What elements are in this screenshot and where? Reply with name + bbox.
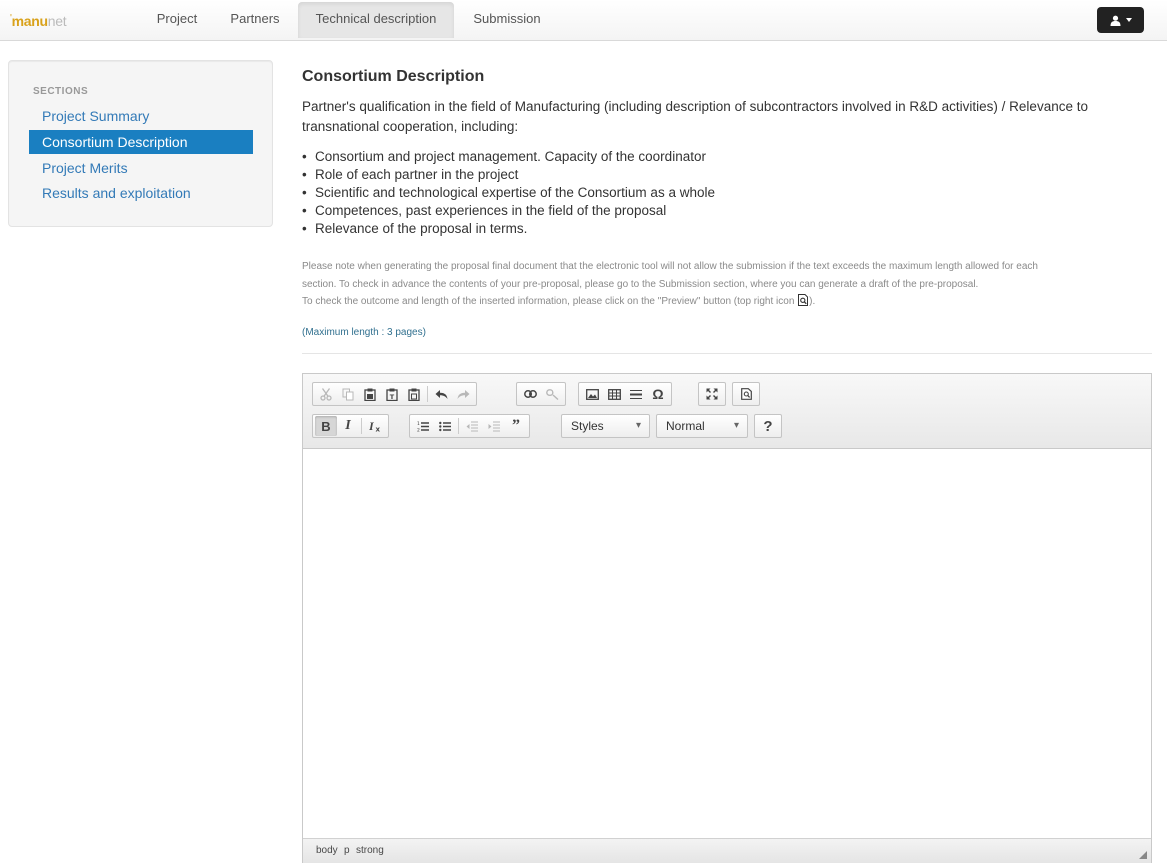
insert-group: Ω [578,382,672,406]
section-intro: Partner's qualification in the field of … [302,99,1088,134]
list-item: Consortium and project management. Capac… [302,148,715,166]
preview-icon [798,294,809,306]
italic-button[interactable]: I [337,416,359,436]
page-title: Consortium Description [302,68,485,85]
unlink-icon[interactable] [541,384,563,404]
maximize-group [698,382,726,406]
list-item: Scientific and technological expertise o… [302,184,715,202]
link-icon[interactable] [519,384,541,404]
copy-icon[interactable] [337,384,359,404]
bulleted-list-icon[interactable] [434,416,456,436]
undo-icon[interactable] [430,384,452,404]
chevron-down-icon: ▾ [635,420,641,431]
chevron-down-icon [1125,18,1132,23]
paste-text-icon[interactable]: T [381,384,403,404]
sidebar-item-project-summary[interactable]: Project Summary [29,104,253,128]
horizontal-line-icon[interactable] [625,384,647,404]
element-path-item[interactable]: strong [356,845,384,856]
paragraph-group: 12 ” [409,414,530,438]
sidebar-item-consortium-description[interactable]: Consortium Description [29,130,253,154]
brand-logo[interactable]: 'manunet [10,13,67,31]
top-navbar: 'manunet Project Partners Technical desc… [0,0,1167,41]
basic-styles-group: B I Ix [312,414,389,438]
svg-text:2: 2 [417,427,420,432]
preview-group [732,382,760,406]
tab-technical-description[interactable]: Technical description [298,2,454,38]
rich-text-editor: T Ω B I I x 1 2 ” Styles ▾ Normal ▾ ? bo… [302,373,1152,863]
help-group: ? [754,414,782,438]
sidebar-item-project-merits[interactable]: Project Merits [29,156,253,180]
submission-note: Please note when generating the proposal… [302,261,1038,307]
image-icon[interactable] [581,384,603,404]
list-item: Competences, past experiences in the fie… [302,202,715,220]
element-path-item[interactable]: body [316,845,338,856]
paste-icon[interactable] [359,384,381,404]
increase-indent-icon[interactable] [483,416,505,436]
editor-toolbar: T Ω B I I x 1 2 ” Styles ▾ Normal ▾ ? [303,374,1151,449]
editor-status-bar: body p strong [303,838,1151,863]
sidebar-heading: SECTIONS [33,86,89,97]
blockquote-icon[interactable]: ” [505,416,527,436]
sidebar-item-results-and-exploitation[interactable]: Results and exploitation [29,181,253,205]
svg-text:I: I [369,420,375,432]
table-icon[interactable] [603,384,625,404]
special-character-icon[interactable]: Ω [647,384,669,404]
list-item: Relevance of the proposal in terms. [302,220,715,238]
divider [302,353,1152,354]
link-group [516,382,566,406]
preview-icon[interactable] [735,384,757,404]
tab-project[interactable]: Project [148,0,206,38]
styles-dropdown[interactable]: Styles ▾ [561,414,650,438]
help-button[interactable]: ? [757,416,779,436]
paste-from-word-icon[interactable] [403,384,425,404]
user-menu-button[interactable] [1097,7,1144,33]
maximize-icon[interactable] [701,384,723,404]
svg-text:x: x [375,426,380,433]
decrease-indent-icon[interactable] [461,416,483,436]
remove-format-icon[interactable]: Ix [364,416,386,436]
cut-icon[interactable] [315,384,337,404]
requirements-list: Consortium and project management. Capac… [302,148,715,238]
svg-text:1: 1 [417,421,420,427]
tab-submission[interactable]: Submission [462,0,552,38]
list-item: Role of each partner in the project [302,166,715,184]
element-path-item[interactable]: p [344,845,350,856]
numbered-list-icon[interactable]: 12 [412,416,434,436]
clipboard-group: T [312,382,477,406]
svg-text:T: T [390,393,395,401]
editor-content-area[interactable] [303,450,1151,838]
format-dropdown[interactable]: Normal ▾ [656,414,748,438]
max-length-hint: (Maximum length : 3 pages) [302,327,426,338]
tab-partners[interactable]: Partners [220,0,290,38]
chevron-down-icon: ▾ [733,420,739,431]
redo-icon[interactable] [452,384,474,404]
bold-button[interactable]: B [315,416,337,436]
user-icon [1110,15,1120,26]
resize-handle-icon[interactable] [1139,851,1147,859]
